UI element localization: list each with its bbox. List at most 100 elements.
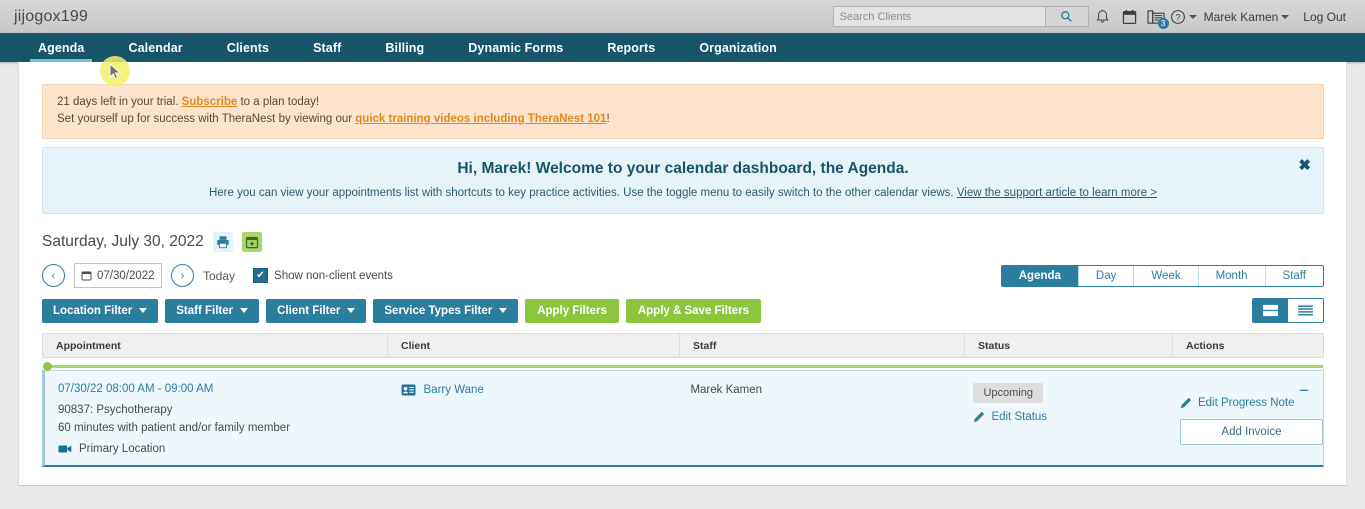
collapse-icon[interactable]: −: [1299, 382, 1309, 399]
top-bar: jijogox199 Search Clients 3 ? Marek Kame…: [0, 0, 1365, 33]
nav-item-billing[interactable]: Billing: [363, 33, 446, 62]
chevron-down-icon: [139, 308, 148, 313]
subscribe-link[interactable]: Subscribe: [182, 96, 238, 108]
nav-item-agenda[interactable]: Agenda: [16, 33, 106, 62]
appointment-service: 90837: Psychotherapy: [58, 404, 173, 416]
calendar-icon: [1122, 9, 1136, 24]
calendar-button[interactable]: [1116, 4, 1143, 30]
user-menu[interactable]: Marek Kamen: [1197, 10, 1297, 24]
logout-link[interactable]: Log Out: [1296, 10, 1353, 24]
help-button[interactable]: ?: [1170, 4, 1197, 30]
column-header-actions: Actions: [1186, 339, 1225, 352]
card-view-icon: [1263, 304, 1278, 317]
close-icon[interactable]: ✖: [1298, 158, 1311, 173]
welcome-body: Here you can view your appointments list…: [57, 187, 1309, 199]
view-tab-staff[interactable]: Staff: [1265, 265, 1323, 286]
appointment-cell: 07/30/22 08:00 AM - 09:00 AM 90837: Psyc…: [45, 383, 388, 455]
table-row[interactable]: 07/30/22 08:00 AM - 09:00 AM 90837: Psyc…: [42, 370, 1324, 467]
view-tab-month[interactable]: Month: [1198, 265, 1266, 286]
appointment-duration: 60 minutes with patient and/or family me…: [58, 422, 291, 434]
client-link-wrap[interactable]: Barry Wane: [401, 383, 678, 396]
service-types-filter-label: Service Types Filter: [384, 304, 493, 317]
trial-line-1: 21 days left in your trial. Subscribe to…: [57, 94, 1309, 111]
service-types-filter-dropdown[interactable]: Service Types Filter: [373, 298, 519, 323]
location-filter-dropdown[interactable]: Location Filter: [42, 298, 159, 323]
today-button[interactable]: Today: [203, 269, 235, 283]
video-camera-icon: [58, 445, 72, 453]
list-view-button[interactable]: [1288, 299, 1323, 322]
fax-button[interactable]: 3: [1143, 4, 1170, 30]
current-time-marker: [43, 362, 1323, 371]
add-calendar-button[interactable]: [241, 232, 262, 252]
location-filter-label: Location Filter: [53, 304, 133, 317]
date-input-value: 07/30/2022: [97, 269, 155, 282]
staff-filter-label: Staff Filter: [176, 304, 234, 317]
client-name-link[interactable]: Barry Wane: [424, 384, 484, 396]
appointment-location: Primary Location: [58, 443, 388, 455]
user-name-label: Marek Kamen: [1203, 9, 1279, 24]
page-title: Saturday, July 30, 2022: [42, 233, 204, 250]
view-tab-day[interactable]: Day: [1078, 265, 1135, 286]
search-input[interactable]: [832, 6, 1045, 27]
add-calendar-icon: [245, 236, 258, 249]
status-cell: Upcoming Edit Status: [960, 383, 1167, 455]
nav-item-calendar[interactable]: Calendar: [106, 33, 204, 62]
nav-item-organization[interactable]: Organization: [677, 33, 799, 62]
appointment-time-link[interactable]: 07/30/22 08:00 AM - 09:00 AM: [58, 383, 388, 395]
welcome-title: Hi, Marek! Welcome to your calendar dash…: [457, 160, 909, 177]
trial-text-pre: 21 days left in your trial.: [57, 96, 182, 108]
pencil-icon: [974, 411, 985, 423]
training-text-pre: Set yourself up for success with TheraNe…: [57, 113, 356, 125]
search-container: [832, 6, 1089, 27]
edit-status-link[interactable]: Edit Status: [973, 411, 1167, 423]
page-container: 21 days left in your trial. Subscribe to…: [18, 62, 1347, 486]
client-cell: Barry Wane: [388, 383, 678, 455]
chevron-down-icon: [347, 308, 356, 313]
client-filter-dropdown[interactable]: Client Filter: [266, 298, 367, 323]
pencil-icon: [1180, 397, 1192, 409]
view-tab-agenda[interactable]: Agenda: [1001, 265, 1079, 286]
welcome-banner: Hi, Marek! Welcome to your calendar dash…: [42, 147, 1324, 214]
apply-save-filters-button[interactable]: Apply & Save Filters: [625, 298, 762, 323]
print-icon: [217, 236, 229, 249]
nav-item-reports[interactable]: Reports: [585, 33, 677, 62]
card-view-button[interactable]: [1253, 299, 1288, 322]
date-input[interactable]: 07/30/2022: [74, 263, 162, 288]
show-non-client-events-checkbox[interactable]: ✔ Show non-client events: [253, 268, 393, 283]
view-toggle-group: Agenda Day Week Month Staff: [1000, 264, 1324, 287]
bell-icon: [1096, 9, 1109, 23]
list-density-toggle: [1252, 298, 1324, 323]
nav-item-dynamic-forms[interactable]: Dynamic Forms: [446, 33, 585, 62]
nav-item-staff[interactable]: Staff: [291, 33, 363, 62]
next-day-button[interactable]: ›: [171, 264, 194, 287]
current-time-dot: [43, 362, 52, 371]
edit-progress-note-label: Edit Progress Note: [1197, 397, 1295, 409]
search-button[interactable]: [1044, 6, 1089, 27]
view-tab-week[interactable]: Week: [1134, 265, 1199, 286]
chevron-down-icon: [1188, 14, 1197, 19]
brand-title: jijogox199: [14, 7, 89, 25]
training-text-post: !: [606, 113, 610, 125]
chevron-down-icon: [499, 308, 508, 313]
list-view-icon: [1298, 305, 1313, 316]
edit-progress-note-link[interactable]: Edit Progress Note: [1180, 397, 1295, 409]
controls-row: ‹ 07/30/2022 › Today ✔ Show non-client e…: [42, 263, 1324, 288]
training-videos-link[interactable]: quick training videos including TheraNes…: [355, 113, 606, 125]
add-invoice-button[interactable]: Add Invoice: [1179, 419, 1323, 445]
column-header-status: Status: [965, 334, 1173, 357]
prev-day-button[interactable]: ‹: [42, 264, 65, 287]
notifications-button[interactable]: [1089, 4, 1116, 30]
client-card-icon: [401, 384, 415, 396]
staff-filter-dropdown[interactable]: Staff Filter: [165, 298, 260, 323]
column-header-staff: Staff: [680, 334, 965, 357]
trial-banner: 21 days left in your trial. Subscribe to…: [42, 84, 1324, 139]
nav-item-clients[interactable]: Clients: [205, 33, 291, 62]
calendar-icon: [81, 271, 92, 281]
status-badge: Upcoming: [973, 383, 1043, 403]
appointment-location-label: Primary Location: [79, 443, 166, 455]
fax-badge: 3: [1157, 17, 1169, 29]
edit-status-label: Edit Status: [991, 411, 1048, 423]
print-button[interactable]: [212, 232, 233, 252]
support-article-link[interactable]: View the support article to learn more >: [957, 187, 1157, 199]
apply-filters-button[interactable]: Apply Filters: [525, 298, 619, 323]
